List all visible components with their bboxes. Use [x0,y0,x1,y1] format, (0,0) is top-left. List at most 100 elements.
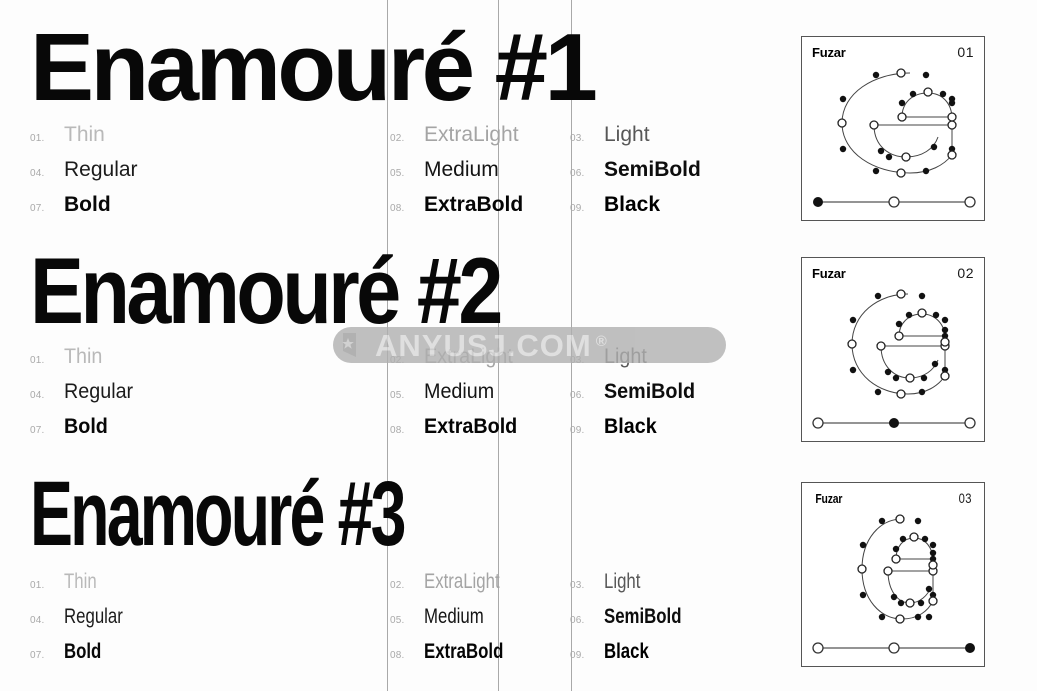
weight-number: 08. [390,649,405,661]
weight-number: 02. [390,133,405,145]
weight-number: 07. [30,649,45,661]
weight-item[interactable]: 03. Light [570,571,701,606]
weight-item[interactable]: 01. Thin [30,571,390,606]
weight-name: SemiBold [604,158,701,182]
weight-number: 01. [30,355,45,367]
card-number: 03 [959,490,973,506]
weight-item[interactable]: 06. SemiBold [570,159,701,194]
weight-name: Bold [64,639,102,663]
weight-name: Light [604,123,650,147]
weight-name: Thin [64,123,105,147]
weight-name: Light [604,569,641,593]
weight-number: 07. [30,425,45,437]
weight-item[interactable]: 07. Bold [30,416,390,451]
weight-item[interactable]: 03. Light [570,124,701,159]
weight-name: Bold [64,193,111,217]
weight-item[interactable]: 02. ExtraLight [390,346,570,381]
weight-item[interactable]: 03. Light [570,346,701,381]
specimen-headline-3: Enamouré #3 [30,463,406,565]
weight-name: Thin [64,569,97,593]
width-slider[interactable] [802,638,986,658]
weight-name: SemiBold [604,604,682,628]
weight-number: 04. [30,614,45,626]
weight-number: 06. [570,390,585,402]
card-number: 02 [957,265,974,281]
weight-number: 02. [390,355,405,367]
slider-stop-3 [964,417,976,429]
glyph-outline-e-normal [847,289,950,399]
slider-stop-1 [812,642,824,654]
weight-name: Black [604,193,661,217]
slider-stop-3 [964,196,976,208]
card-header: Fuzar 03 [812,490,974,506]
glyph-outline-e-wide [837,68,957,178]
weight-name: Black [604,415,657,439]
weight-item[interactable]: 04. Regular [30,606,390,641]
weight-number: 05. [390,168,405,180]
specimen-block-3: Enamouré #3 01. Thin 02. ExtraLight 03. Lig… [30,463,701,676]
glyph-card-2[interactable]: Fuzar 02 [801,257,985,442]
weight-item[interactable]: 08. ExtraBold [390,194,570,229]
weight-number: 07. [30,203,45,215]
weight-number: 08. [390,425,405,437]
card-number: 01 [957,44,974,60]
weight-item[interactable]: 06. SemiBold [570,381,701,416]
slider-stop-1 [812,417,824,429]
weight-number: 08. [390,203,405,215]
weight-number: 09. [570,203,585,215]
specimen-block-2: Enamouré #2 01. Thin 02. ExtraLight 03. Lig… [30,243,701,451]
weight-item[interactable]: 04. Regular [30,381,390,416]
weight-number: 05. [390,614,405,626]
glyph-card-1[interactable]: Fuzar 01 [801,36,985,221]
card-title: Fuzar [812,45,846,60]
slider-stop-2 [889,418,899,428]
weight-name: Regular [64,380,134,404]
weight-name: Black [604,639,649,663]
weight-name: ExtraBold [424,639,504,663]
weight-item[interactable]: 08. ExtraBold [390,416,570,451]
card-header: Fuzar 02 [812,265,974,281]
weight-item[interactable]: 09. Black [570,416,701,451]
weight-number: 09. [570,649,585,661]
weight-item[interactable]: 09. Black [570,641,701,676]
specimen-headline-1: Enamouré #1 [30,14,598,121]
weight-number: 03. [570,133,585,145]
weight-item[interactable]: 08. ExtraBold [390,641,570,676]
weight-name: Regular [64,604,123,628]
weight-name: Medium [424,158,499,182]
weight-number: 06. [570,614,585,626]
weight-name: ExtraLight [424,123,519,147]
card-title: Fuzar [815,491,843,506]
weight-name: ExtraLight [424,569,500,593]
weight-number: 09. [570,425,585,437]
width-slider[interactable] [802,413,986,433]
glyph-outline-e-condensed [857,514,938,624]
weight-name: Light [604,345,647,369]
weight-item[interactable]: 04. Regular [30,159,390,194]
weight-item[interactable]: 02. ExtraLight [390,571,570,606]
weight-item[interactable]: 05. Medium [390,159,570,194]
weight-item[interactable]: 05. Medium [390,381,570,416]
weight-number: 02. [390,579,405,591]
weight-list-3: 01. Thin 02. ExtraLight 03. Light 04. Regula… [30,571,701,676]
glyph-card-3[interactable]: Fuzar 03 [801,482,985,667]
weight-item[interactable]: 01. Thin [30,346,390,381]
weight-item[interactable]: 02. ExtraLight [390,124,570,159]
card-header: Fuzar 01 [812,44,974,60]
weight-item[interactable]: 05. Medium [390,606,570,641]
card-title: Fuzar [812,266,846,281]
weight-number: 05. [390,390,405,402]
weight-name: Thin [64,345,103,369]
weight-item[interactable]: 07. Bold [30,641,390,676]
slider-stop-3 [965,643,975,653]
slider-stop-1 [813,197,823,207]
font-specimen-page: Enamouré #1 01. Thin 02. ExtraLight 03. Lig… [0,0,1037,691]
weight-name: Bold [64,415,108,439]
weight-name: Medium [424,604,484,628]
weight-item[interactable]: 01. Thin [30,124,390,159]
width-slider[interactable] [802,192,986,212]
weight-item[interactable]: 09. Black [570,194,701,229]
weight-list-1: 01. Thin 02. ExtraLight 03. Light 04. Regula… [30,124,701,229]
weight-item[interactable]: 06. SemiBold [570,606,701,641]
weight-item[interactable]: 07. Bold [30,194,390,229]
